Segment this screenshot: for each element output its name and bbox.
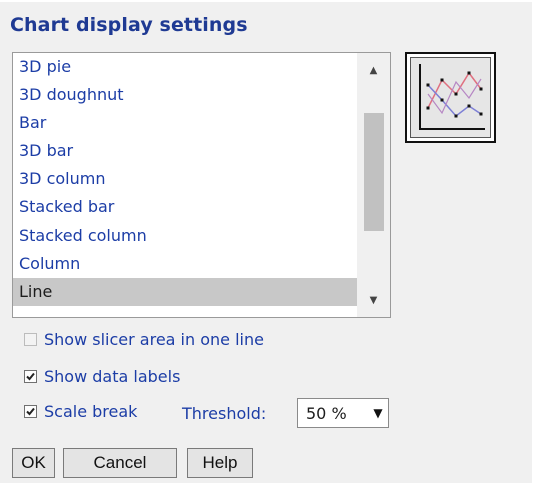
- show-data-labels-option[interactable]: Show data labels: [24, 367, 180, 386]
- list-item-line[interactable]: Line: [13, 277, 357, 306]
- scroll-down-arrow-icon[interactable]: ▼: [357, 285, 390, 315]
- chart-preview-button[interactable]: [405, 52, 496, 143]
- list-item-column[interactable]: Column: [13, 250, 357, 278]
- dropdown-arrow-icon: ▼: [373, 406, 383, 420]
- help-button[interactable]: Help: [187, 448, 253, 478]
- top-edge: [0, 0, 537, 2]
- scroll-up-arrow-icon[interactable]: ▲: [357, 55, 390, 85]
- line-chart-icon: [419, 64, 485, 130]
- threshold-label: Threshold:: [182, 404, 267, 423]
- list-item-stacked-bar[interactable]: Stacked bar: [13, 193, 357, 221]
- list-item-3d-doughnut[interactable]: 3D doughnut: [13, 81, 357, 109]
- list-item-bar[interactable]: Bar: [13, 109, 357, 137]
- chart-type-listbox[interactable]: 3D pie 3D doughnut Bar 3D bar 3D column …: [12, 52, 391, 318]
- dialog-title: Chart display settings: [10, 14, 248, 36]
- scale-break-checkbox[interactable]: [24, 405, 37, 418]
- scale-break-option[interactable]: Scale break: [24, 402, 137, 421]
- scrollbar-thumb[interactable]: [364, 113, 384, 231]
- checkmark-icon: [26, 407, 35, 416]
- show-data-labels-label: Show data labels: [44, 367, 181, 386]
- show-slicer-one-line-checkbox[interactable]: [24, 333, 37, 346]
- cancel-button[interactable]: Cancel: [63, 448, 177, 478]
- ok-button[interactable]: OK: [12, 448, 55, 478]
- checkmark-icon: [26, 372, 35, 381]
- threshold-select[interactable]: 50 % ▼: [297, 398, 389, 428]
- chart-type-list: 3D pie 3D doughnut Bar 3D bar 3D column …: [13, 53, 357, 306]
- listbox-scrollbar[interactable]: ▲ ▼: [357, 53, 390, 317]
- threshold-value: 50 %: [306, 403, 347, 423]
- show-data-labels-checkbox[interactable]: [24, 370, 37, 383]
- scale-break-label: Scale break: [44, 402, 138, 421]
- list-item-stacked-column[interactable]: Stacked column: [13, 222, 357, 250]
- show-slicer-one-line-label: Show slicer area in one line: [44, 330, 264, 349]
- list-item-3d-bar[interactable]: 3D bar: [13, 137, 357, 165]
- list-item-3d-pie[interactable]: 3D pie: [13, 53, 357, 81]
- show-slicer-one-line-option[interactable]: Show slicer area in one line: [24, 330, 264, 349]
- chart-display-settings-dialog: Chart display settings 3D pie 3D doughnu…: [0, 0, 537, 483]
- chart-preview-frame: [410, 57, 491, 138]
- right-edge: [532, 0, 537, 483]
- list-item-3d-column[interactable]: 3D column: [13, 165, 357, 193]
